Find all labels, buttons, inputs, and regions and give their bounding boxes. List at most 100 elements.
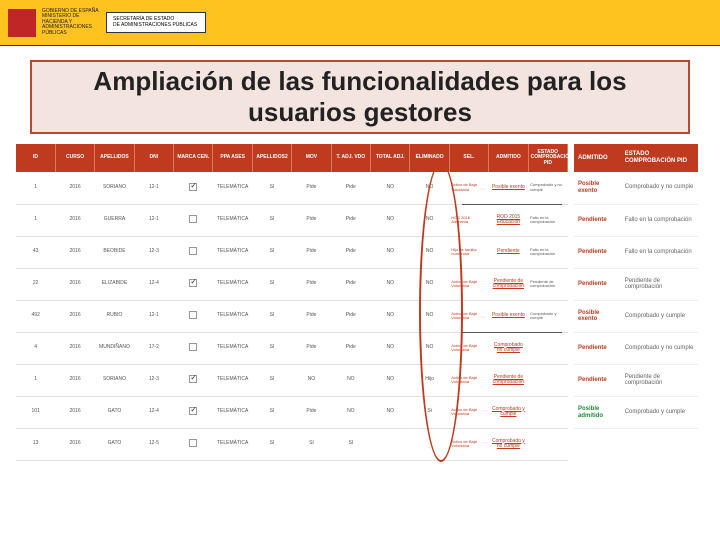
table-cell: 2016 (55, 428, 94, 460)
table-cell-checkbox (174, 396, 213, 428)
table-cell: TELEMÁTICA (213, 428, 252, 460)
checkbox-icon[interactable] (189, 215, 197, 223)
table-cell: NO (371, 172, 410, 204)
connector-line (462, 204, 562, 205)
table-cell: SORIANO (95, 172, 134, 204)
table-cell: 492 (16, 300, 55, 332)
checkbox-icon[interactable] (189, 247, 197, 255)
table-cell-checkbox (174, 332, 213, 364)
table-cell: Activo de Baja Voluntaria (449, 396, 488, 428)
table-cell: 43 (16, 236, 55, 268)
table-cell-checkbox (174, 172, 213, 204)
table-cell (528, 364, 567, 396)
table-cell: SI (252, 236, 291, 268)
checkbox-icon[interactable] (189, 311, 197, 319)
table-cell: Activo de Baja Voluntaria (449, 364, 488, 396)
table-cell: Fallo en la comprobación (528, 204, 567, 236)
side-cell-estado: Fallo en la comprobación (621, 236, 698, 268)
table-cell: NO (371, 204, 410, 236)
table-cell: 12-1 (134, 172, 173, 204)
table-cell: Pide (331, 300, 370, 332)
table-cell: TELEMÁTICA (213, 396, 252, 428)
table-header-cell: SEL. (449, 144, 488, 172)
side-cell-admitido: Pendiente (574, 364, 621, 396)
table-cell: 12-5 (134, 428, 173, 460)
ministry-line2: MINISTERIO DE HACIENDA Y ADMINISTRACIONE… (42, 14, 100, 36)
table-cell: SI (252, 300, 291, 332)
side-cell-estado: Comprobado y cumple (621, 300, 698, 332)
table-cell: Pide (292, 332, 331, 364)
table-cell: NO (410, 268, 449, 300)
table-cell: 2016 (55, 236, 94, 268)
table-cell: Pendiente de comprobación (489, 268, 528, 300)
checkbox-icon[interactable] (189, 183, 197, 191)
spain-emblem-icon (8, 9, 36, 37)
table-header-cell: ELIMINADO (410, 144, 449, 172)
table-header-cell: TOTAL ADJ. (371, 144, 410, 172)
table-cell: TELEMÁTICA (213, 364, 252, 396)
table-row: 12016SORIANO12-3TELEMÁTICASINONONOHijoAc… (16, 364, 568, 396)
table-cell: Comprobado y no cumple (489, 428, 528, 460)
checkbox-icon[interactable] (189, 439, 197, 447)
table-cell: NO (410, 332, 449, 364)
table-cell: HOS 2016 Alemania (449, 204, 488, 236)
table-cell: Pide (331, 332, 370, 364)
table-cell: 12-1 (134, 300, 173, 332)
table-cell: Activo de Baja Voluntaria (449, 332, 488, 364)
table-cell: Posible exento (489, 172, 528, 204)
table-cell: Comprobado y cumple (489, 396, 528, 428)
table-cell: Activo de Baja Voluntaria (449, 428, 488, 460)
side-header-admitido: ADMITIDO (574, 144, 621, 172)
table-cell: GATO (95, 396, 134, 428)
table-cell: Pide (292, 236, 331, 268)
checkbox-icon[interactable] (189, 375, 197, 383)
table-header-cell: MOV (292, 144, 331, 172)
table-cell: 1 (16, 172, 55, 204)
table-header-cell: ID (16, 144, 55, 172)
side-cell-admitido: Pendiente (574, 332, 621, 364)
table-row: PendienteFallo en la comprobación (574, 204, 698, 236)
table-cell: Pide (292, 300, 331, 332)
table-cell: 101 (16, 396, 55, 428)
side-cell-estado: Pendiente de comprobación (621, 364, 698, 396)
side-cell-estado: Comprobado y no cumple (621, 172, 698, 204)
side-cell-admitido: Posible exento (574, 300, 621, 332)
table-cell: SI (252, 172, 291, 204)
table-cell: BEOBIDE (95, 236, 134, 268)
table-cell: 12-3 (134, 364, 173, 396)
table-row: 4922016RUBIO12-1TELEMÁTICASIPidePideNONO… (16, 300, 568, 332)
table-cell: Comprobado no cumple (489, 332, 528, 364)
table-cell: NO (371, 236, 410, 268)
table-header-cell: MARCA CEN. (174, 144, 213, 172)
table-cell: 2016 (55, 172, 94, 204)
checkbox-icon[interactable] (189, 279, 197, 287)
table-cell: 12-4 (134, 268, 173, 300)
table-cell: NO (410, 172, 449, 204)
table-cell: SI (252, 204, 291, 236)
content-area: IDCURSOAPELLIDOSDNIMARCA CEN.PPA ASESAPE… (16, 144, 704, 461)
table-cell: Pendiente de comprobación (489, 364, 528, 396)
table-cell: 2016 (55, 396, 94, 428)
table-cell: NO (410, 300, 449, 332)
table-row: 1012016GATO12-4TELEMÁTICASIPideNONOSiAct… (16, 396, 568, 428)
table-row: PendienteComprobado y no cumple (574, 332, 698, 364)
table-header-cell: CURSO (55, 144, 94, 172)
table-cell: 2016 (55, 204, 94, 236)
table-cell: GUERRA (95, 204, 134, 236)
table-cell: TELEMÁTICA (213, 332, 252, 364)
checkbox-icon[interactable] (189, 343, 197, 351)
checkbox-icon[interactable] (189, 407, 197, 415)
table-header-cell: DNI (134, 144, 173, 172)
table-cell: Pendiente de comprobación (528, 268, 567, 300)
table-header-cell: ESTADO COMPROBACIÓN PID (528, 144, 567, 172)
secretaria-label: SECRETARÍA DE ESTADO DE ADMINISTRACIONES… (106, 12, 206, 33)
side-header-estado: ESTADO COMPROBACIÓN PID (621, 144, 698, 172)
table-cell: SI (252, 428, 291, 460)
table-cell: Comprobado y no cumple (528, 172, 567, 204)
table-row: Posible admitidoComprobado y cumple (574, 397, 698, 429)
table-row: Posible exentoComprobado y cumple (574, 300, 698, 332)
side-cell-estado: Pendiente de comprobación (621, 268, 698, 300)
table-cell: Hijo (410, 364, 449, 396)
table-cell: 4 (16, 332, 55, 364)
slide-title: Ampliación de las funcionalidades para l… (30, 60, 690, 134)
